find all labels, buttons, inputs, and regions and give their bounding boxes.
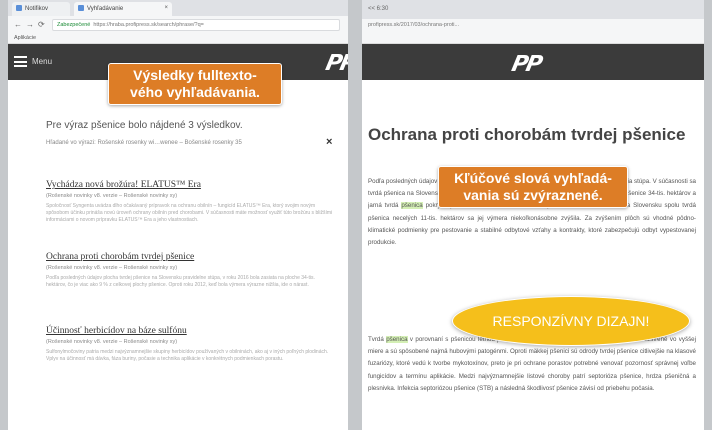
tab-label[interactable]: << 6:30 bbox=[368, 6, 388, 12]
hamburger-menu-icon[interactable] bbox=[14, 56, 27, 67]
address-bar[interactable]: Zabezpečené https://hraba.profipress.sk/s… bbox=[52, 19, 340, 31]
search-result-item: Vychádza nová brožúra! ELATUS™ Era (Roše… bbox=[46, 180, 336, 224]
search-result-meta: (Rošenské novinky v8. verzie – Rošenské … bbox=[46, 339, 178, 345]
site-logo[interactable]: PP bbox=[509, 52, 543, 77]
search-result-snippet: Spoločnosť Syngenta uvádza dlho očakávan… bbox=[46, 203, 333, 223]
search-result-snippet: Sulfonylmočoviny patria medzi najvýznamn… bbox=[46, 349, 329, 362]
url-text: https://hraba.profipress.sk/search/phras… bbox=[93, 22, 204, 28]
browser-toolbar: profipress.sk/2017/03/ochrana-proti... bbox=[362, 19, 704, 33]
back-icon[interactable]: ← bbox=[14, 20, 22, 29]
article-paragraph: Tvrdá pšenica v porovnaní s pšenicou let… bbox=[368, 334, 696, 430]
search-filter-text: Hľadané vo výrazi: Rošenské rosenky wi…w… bbox=[46, 140, 242, 146]
browser-toolbar: ← → ⟳ Zabezpečené https://hraba.profipres… bbox=[8, 16, 348, 33]
paragraph-text: Tvrdá bbox=[368, 336, 387, 343]
tab-label: Vyhľadávanie bbox=[87, 6, 124, 12]
search-result-title[interactable]: Vychádza nová brožúra! ELATUS™ Era bbox=[46, 180, 336, 190]
browser-tab-bar: << 6:30 bbox=[362, 0, 704, 19]
tab-favicon-icon bbox=[78, 5, 84, 11]
close-filter-icon[interactable]: × bbox=[326, 136, 332, 148]
browser-tab-search[interactable]: Vyhľadávanie × bbox=[74, 2, 172, 16]
callout-highlighted-keywords: Kľúčové slová vyhľadá-vania sú zvýraznen… bbox=[438, 166, 628, 208]
site-logo[interactable]: PP bbox=[323, 51, 348, 76]
result-count-text: Pre výraz pšenice bolo nájdené 3 výsledk… bbox=[46, 120, 243, 131]
menu-label[interactable]: Menu bbox=[32, 57, 52, 66]
search-result-meta: (Rošenské novinky v8. verzie – Rošenské … bbox=[46, 265, 178, 271]
bookmarks-bar bbox=[362, 33, 704, 44]
site-header: PP bbox=[362, 44, 704, 80]
callout-fulltext-results: Výsledky fulltexto-vého vyhľadávania. bbox=[108, 63, 282, 105]
search-result-title[interactable]: Účinnosť herbicídov na báze sulfónu bbox=[46, 326, 336, 336]
search-result-title[interactable]: Ochrana proti chorobám tvrdej pšenice bbox=[46, 252, 336, 262]
keyword-highlight: pšenica bbox=[401, 202, 423, 210]
bookmark-apps[interactable]: Aplikácie bbox=[14, 35, 36, 41]
search-result-snippet: Podľa posledných údajov plocha tvrdej pš… bbox=[46, 275, 315, 288]
article-title: Ochrana proti chorobám tvrdej pšenice bbox=[368, 125, 686, 144]
article-screenshot: << 6:30 profipress.sk/2017/03/ochrana-pr… bbox=[362, 0, 704, 430]
search-result-meta: (Rošenské novinky v8. verzie – Rošenské … bbox=[46, 193, 178, 199]
browser-tab-notifikov[interactable]: Notifikov bbox=[12, 2, 70, 16]
callout-responsive-design: RESPONZÍVNY DIZAJN! bbox=[452, 296, 690, 346]
close-icon[interactable]: × bbox=[164, 5, 168, 11]
url-text[interactable]: profipress.sk/2017/03/ochrana-proti... bbox=[368, 22, 459, 28]
secure-label: Zabezpečené bbox=[57, 22, 91, 28]
bookmarks-bar: Aplikácie bbox=[8, 33, 348, 44]
keyword-highlight: pšenica bbox=[386, 336, 408, 343]
tab-label: Notifikov bbox=[25, 6, 49, 12]
reload-icon[interactable]: ⟳ bbox=[38, 20, 45, 29]
search-result-item: Ochrana proti chorobám tvrdej pšenice (R… bbox=[46, 252, 336, 296]
forward-icon[interactable]: → bbox=[26, 20, 34, 29]
tab-favicon-icon bbox=[16, 5, 22, 11]
browser-tab-bar: Notifikov Vyhľadávanie × bbox=[8, 0, 348, 16]
search-result-item: Účinnosť herbicídov na báze sulfónu (Roš… bbox=[46, 326, 336, 370]
